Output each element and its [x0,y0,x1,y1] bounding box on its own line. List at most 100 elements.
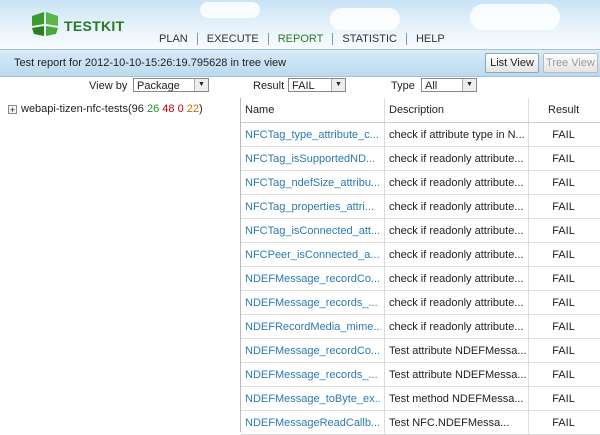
table-row[interactable]: NFCTag_type_attribute_c... check if attri… [241,123,600,147]
column-divider [528,339,529,362]
report-title: Test report for 2012-10-10-15:26:19.7956… [14,57,287,69]
test-name-link[interactable]: NDEFMessage_records_... [245,297,381,309]
test-name-link[interactable]: NDEFRecordMedia_mime... [245,321,381,333]
test-name-link[interactable]: NFCPeer_isConnected_a... [245,249,381,261]
column-divider [528,243,529,266]
table-row[interactable]: NDEFMessage_recordCo... check if readonly… [241,267,600,291]
test-description: Test attribute NDEFMessa... [389,369,527,381]
result-label: Result [253,80,285,92]
test-name-link[interactable]: NDEFMessage_records_... [245,369,381,381]
column-divider [384,315,385,338]
paren-close: ) [199,103,203,115]
column-divider [384,339,385,362]
table-row[interactable]: NDEFMessage_records_... check if readonly… [241,291,600,315]
filter-bar: View by Package ▼ Result FAIL ▼ Type All… [0,76,600,97]
tree-view-button[interactable]: Tree View [543,53,598,73]
cloud-decoration [200,2,260,18]
app-header: TESTKIT PLAN EXECUTE REPORT STATISTIC HE… [0,0,600,48]
table-row[interactable]: NDEFMessageReadCallb... Test NFC.NDEFMess… [241,411,600,435]
test-description: Test method NDEFMessa... [389,393,524,405]
test-name-link[interactable]: NFCTag_type_attribute_c... [245,129,381,141]
results-table: Name Description Result NFCTag_type_attr… [241,98,600,435]
test-description: check if readonly attribute... [389,297,524,309]
type-label: Type [391,80,415,92]
chevron-down-icon: ▼ [462,79,476,91]
table-body: NFCTag_type_attribute_c... check if attri… [241,123,600,435]
table-header: Name Description Result [241,98,600,123]
table-row[interactable]: NFCPeer_isConnected_a... check if readonl… [241,243,600,267]
report-info-bar: Test report for 2012-10-10-15:26:19.7956… [0,49,600,77]
test-name-link[interactable]: NDEFMessage_recordCo... [245,345,381,357]
test-result: FAIL [552,417,575,429]
column-divider [384,171,385,194]
column-name[interactable]: Name [245,104,274,116]
nav-execute[interactable]: EXECUTE [196,33,268,45]
test-result: FAIL [552,393,575,405]
result-select[interactable]: FAIL ▼ [288,78,346,92]
test-result: FAIL [552,369,575,381]
tree-node-label: webapi-tizen-nfc-tests( [21,103,132,115]
test-result: FAIL [552,297,575,309]
column-divider [528,195,529,218]
nav-plan[interactable]: PLAN [150,33,197,45]
app-logo-text: TESTKIT [64,18,125,34]
test-description: Test attribute NDEFMessa... [389,345,527,357]
table-row[interactable]: NFCTag_isConnected_att... check if readon… [241,219,600,243]
table-row[interactable]: NDEFMessage_toByte_ex... Test method NDEF… [241,387,600,411]
type-value: All [425,80,438,92]
table-row[interactable]: NFCTag_ndefSize_attribu... check if reado… [241,171,600,195]
column-divider [528,98,529,122]
cloud-decoration [330,8,400,30]
table-row[interactable]: NFCTag_properties_attri... check if reado… [241,195,600,219]
test-result: FAIL [552,153,575,165]
table-row[interactable]: NFCTag_isSupportedND... check if readonly… [241,147,600,171]
test-result: FAIL [552,321,575,333]
test-name-link[interactable]: NFCTag_ndefSize_attribu... [245,177,381,189]
expand-plus-icon[interactable]: + [8,104,17,114]
test-result: FAIL [552,201,575,213]
nav-statistic[interactable]: STATISTIC [332,33,406,45]
column-divider [528,171,529,194]
test-name-link[interactable]: NFCTag_isSupportedND... [245,153,381,165]
test-description: check if readonly attribute... [389,177,524,189]
test-description: check if readonly attribute... [389,153,524,165]
table-row[interactable]: NDEFMessage_recordCo... Test attribute ND… [241,339,600,363]
table-row[interactable]: NDEFMessage_records_... Test attribute ND… [241,363,600,387]
test-name-link[interactable]: NFCTag_isConnected_att... [245,225,381,237]
column-divider [528,363,529,386]
column-divider [384,219,385,242]
column-divider [384,98,385,122]
count-pass: 26 [146,103,160,115]
column-description[interactable]: Description [389,104,444,116]
test-name-link[interactable]: NFCTag_properties_attri... [245,201,381,213]
test-result: FAIL [552,345,575,357]
column-divider [384,267,385,290]
test-description: check if readonly attribute... [389,225,524,237]
test-name-link[interactable]: NDEFMessage_recordCo... [245,273,381,285]
column-result[interactable]: Result [548,104,579,116]
test-name-link[interactable]: NDEFMessageReadCallb... [245,417,381,429]
test-result: FAIL [552,249,575,261]
test-name-link[interactable]: NDEFMessage_toByte_ex... [245,393,381,405]
column-divider [384,195,385,218]
list-view-button[interactable]: List View [485,53,539,73]
count-notrun: 22 [186,103,200,115]
count-block: 0 [177,103,184,115]
chevron-down-icon: ▼ [331,79,345,91]
view-by-label: View by [89,80,128,92]
main-nav: PLAN EXECUTE REPORT STATISTIC HELP [150,33,454,45]
table-row[interactable]: NDEFRecordMedia_mime... check if readonly… [241,315,600,339]
test-description: check if readonly attribute... [389,201,524,213]
column-divider [528,387,529,410]
nav-help[interactable]: HELP [405,33,454,45]
column-divider [528,291,529,314]
column-divider [528,219,529,242]
tree-node-package[interactable]: + webapi-tizen-nfc-tests(96 26 48 0 22) [8,103,203,115]
column-divider [384,291,385,314]
package-tree-panel: + webapi-tizen-nfc-tests(96 26 48 0 22) [0,98,241,432]
type-select[interactable]: All ▼ [421,78,477,92]
nav-report[interactable]: REPORT [267,33,333,45]
view-by-select[interactable]: Package ▼ [133,78,209,92]
column-divider [528,315,529,338]
column-divider [384,411,385,434]
